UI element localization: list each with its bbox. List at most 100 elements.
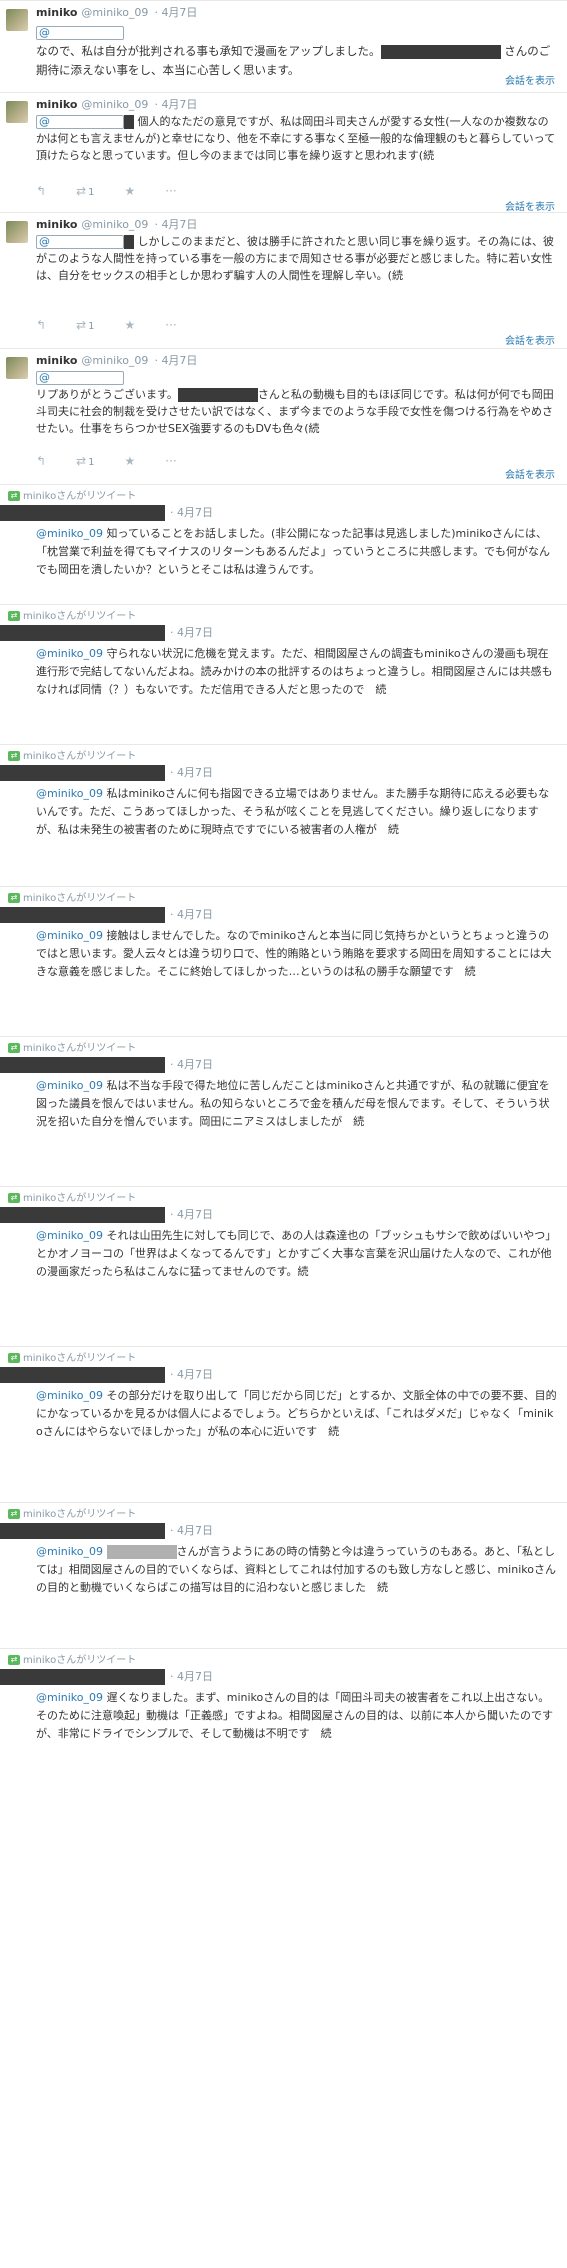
redacted-block [177,388,258,402]
tweet-time[interactable]: · 4月7日 [170,907,213,923]
show-conversation-link[interactable]: 会話を表示 [505,198,555,213]
retweet-item[interactable]: ⇄ minikoさんがリツイート · 4月7日 @miniko_09 それは山田先… [0,1186,567,1346]
redacted-block [124,115,134,129]
more-icon[interactable]: ··· [165,454,176,468]
tweet-text: @ しかしこのままだと、彼は勝手に許されたと思い同じ事を繰り返す。その為には、彼… [36,235,554,282]
redacted-user [0,1669,165,1685]
retweet-item[interactable]: ⇄ minikoさんがリツイート · 4月7日 @miniko_09 守られない状… [0,604,567,744]
tweet[interactable]: miniko @miniko_09 · 4月7日 @ なので、私は自分が批判される事… [0,0,567,92]
redacted-user [0,907,165,923]
tweet-text: @miniko_09 その部分だけを取り出して「同じだから同じだ」とするか、文脈… [36,1389,557,1438]
mention-link[interactable]: @miniko_09 [36,1229,103,1242]
retweet-label: ⇄ minikoさんがリツイート [8,490,136,504]
tweet-text: @miniko_09 私は不当な手段で得た地位に苦しんだことはminikoさんと… [36,1079,550,1128]
tweet-actions: ↰ ⇄ 1 ★ ··· [36,454,207,468]
reply-icon[interactable]: ↰ [36,318,46,332]
retweet-item[interactable]: ⇄ minikoさんがリツイート · 4月7日 @miniko_09 さんが言うよ… [0,1502,567,1648]
retweet-icon: ⇄ [8,611,20,621]
mention-link[interactable]: @ [36,235,124,249]
reply-icon[interactable]: ↰ [36,454,46,468]
tweet-text: @miniko_09 遅くなりました。まず、minikoさんの目的は「岡田斗司夫… [36,1691,553,1740]
retweet-icon: ⇄ [8,1043,20,1053]
mention-link[interactable]: @miniko_09 [36,1389,103,1402]
tweet-time[interactable]: · 4月7日 [170,1669,213,1685]
tweet-time[interactable]: · 4月7日 [170,1523,213,1539]
avatar[interactable] [6,101,28,123]
show-conversation-link[interactable]: 会話を表示 [505,72,555,87]
user-handle[interactable]: @miniko_09 [81,354,148,367]
user-name[interactable]: miniko [36,218,77,231]
user-handle[interactable]: @miniko_09 [81,98,148,111]
more-icon[interactable]: ··· [165,184,176,198]
mention-link[interactable]: @miniko_09 [36,527,103,540]
timeline: miniko @miniko_09 · 4月7日 @ なので、私は自分が批判される事… [0,0,567,2268]
retweet-label: ⇄ minikoさんがリツイート [8,610,136,624]
mention-link[interactable]: @miniko_09 [36,1545,103,1558]
tweet-time[interactable]: · 4月7日 [170,625,213,641]
tweet-text: @miniko_09 知っていることをお話しました。(非公開になった記事は見逃し… [36,527,551,576]
tweet-time[interactable]: · 4月7日 [154,6,197,19]
tweet-time[interactable]: · 4月7日 [170,1207,213,1223]
tweet-time[interactable]: · 4月7日 [170,1367,213,1383]
avatar[interactable] [6,9,28,31]
tweet-time[interactable]: · 4月7日 [170,765,213,781]
user-name[interactable]: miniko [36,98,77,111]
retweet-item[interactable]: ⇄ minikoさんがリツイート · 4月7日 @miniko_09 遅くなりまし… [0,1648,567,1808]
redacted-user [0,505,165,521]
reply-icon[interactable]: ↰ [36,184,46,198]
mention-link[interactable]: @miniko_09 [36,1691,103,1704]
tweet[interactable]: miniko @miniko_09 · 4月7日 @ しかしこのままだと、彼は勝手に… [0,212,567,304]
retweet-item[interactable]: ⇄ minikoさんがリツイート · 4月7日 @miniko_09 知っているこ… [0,484,567,604]
mention-link[interactable]: @miniko_09 [36,787,103,800]
user-handle[interactable]: @miniko_09 [81,218,148,231]
user-name[interactable]: miniko [36,354,77,367]
mention-link[interactable]: @miniko_09 [36,929,103,942]
retweet-icon: ⇄ [8,893,20,903]
more-icon[interactable]: ··· [165,318,176,332]
tweet-text: @ 個人的なただの意見ですが、私は岡田斗司夫さんが愛する女性(一人なのか複数なの… [36,115,556,162]
tweet-text: @miniko_09 守られない状況に危機を覚えます。ただ、相間図屋さんの調査も… [36,647,553,696]
favorite-icon[interactable]: ★ [125,184,136,198]
retweet-icon[interactable]: ⇄ 1 [76,454,94,468]
user-name[interactable]: miniko [36,6,77,19]
retweet-icon: ⇄ [8,751,20,761]
mention-link[interactable]: @miniko_09 [36,1079,103,1092]
tweet-text: @miniko_09 接触はしませんでした。なのでminikoさんと本当に同じ気… [36,929,552,978]
tweet-time[interactable]: · 4月7日 [154,354,197,367]
retweet-icon: ⇄ [8,1655,20,1665]
show-conversation-link[interactable]: 会話を表示 [505,332,555,347]
retweet-item[interactable]: ⇄ minikoさんがリツイート · 4月7日 @miniko_09 接触はしませ… [0,886,567,1036]
retweet-icon: ⇄ [8,1353,20,1363]
tweet-text: @miniko_09 それは山田先生に対しても同じで、あの人は森達也の「ブッシュ… [36,1229,557,1278]
tweet-time[interactable]: · 4月7日 [154,218,197,231]
tweet-time[interactable]: · 4月7日 [170,505,213,521]
retweet-icon[interactable]: ⇄ 1 [76,318,94,332]
redacted-user [0,1057,165,1073]
tweet-actions: ↰ ⇄ 1 ★ ··· [36,184,207,198]
redacted-user [0,1207,165,1223]
redacted-block [380,44,501,59]
avatar[interactable] [6,357,28,379]
retweet-label: ⇄ minikoさんがリツイート [8,1042,136,1056]
avatar[interactable] [6,221,28,243]
redacted-user [0,1367,165,1383]
mention-link[interactable]: @ [36,115,124,129]
retweet-label: ⇄ minikoさんがリツイート [8,1508,136,1522]
tweet-time[interactable]: · 4月7日 [154,98,197,111]
show-conversation-link[interactable]: 会話を表示 [505,466,555,481]
mention-link[interactable]: @ [36,371,124,385]
retweet-item[interactable]: ⇄ minikoさんがリツイート · 4月7日 @miniko_09 私はmini… [0,744,567,886]
retweet-icon[interactable]: ⇄ 1 [76,184,94,198]
favorite-icon[interactable]: ★ [125,318,136,332]
retweet-item[interactable]: ⇄ minikoさんがリツイート · 4月7日 @miniko_09 私は不当な手… [0,1036,567,1186]
user-handle[interactable]: @miniko_09 [81,6,148,19]
tweet-time[interactable]: · 4月7日 [170,1057,213,1073]
retweet-item[interactable]: ⇄ minikoさんがリツイート · 4月7日 @miniko_09 その部分だけ… [0,1346,567,1502]
favorite-icon[interactable]: ★ [125,454,136,468]
tweet-header: miniko @miniko_09 · 4月7日 [36,5,197,21]
mention-link[interactable]: @ [36,25,124,40]
tweet[interactable]: miniko @miniko_09 · 4月7日 @ 個人的なただの意見ですが、私は… [0,92,567,180]
mention-link[interactable]: @miniko_09 [36,647,103,660]
tweet[interactable]: miniko @miniko_09 · 4月7日 @ リプありがとうございます。 さん… [0,348,567,448]
redacted-block [124,235,134,249]
